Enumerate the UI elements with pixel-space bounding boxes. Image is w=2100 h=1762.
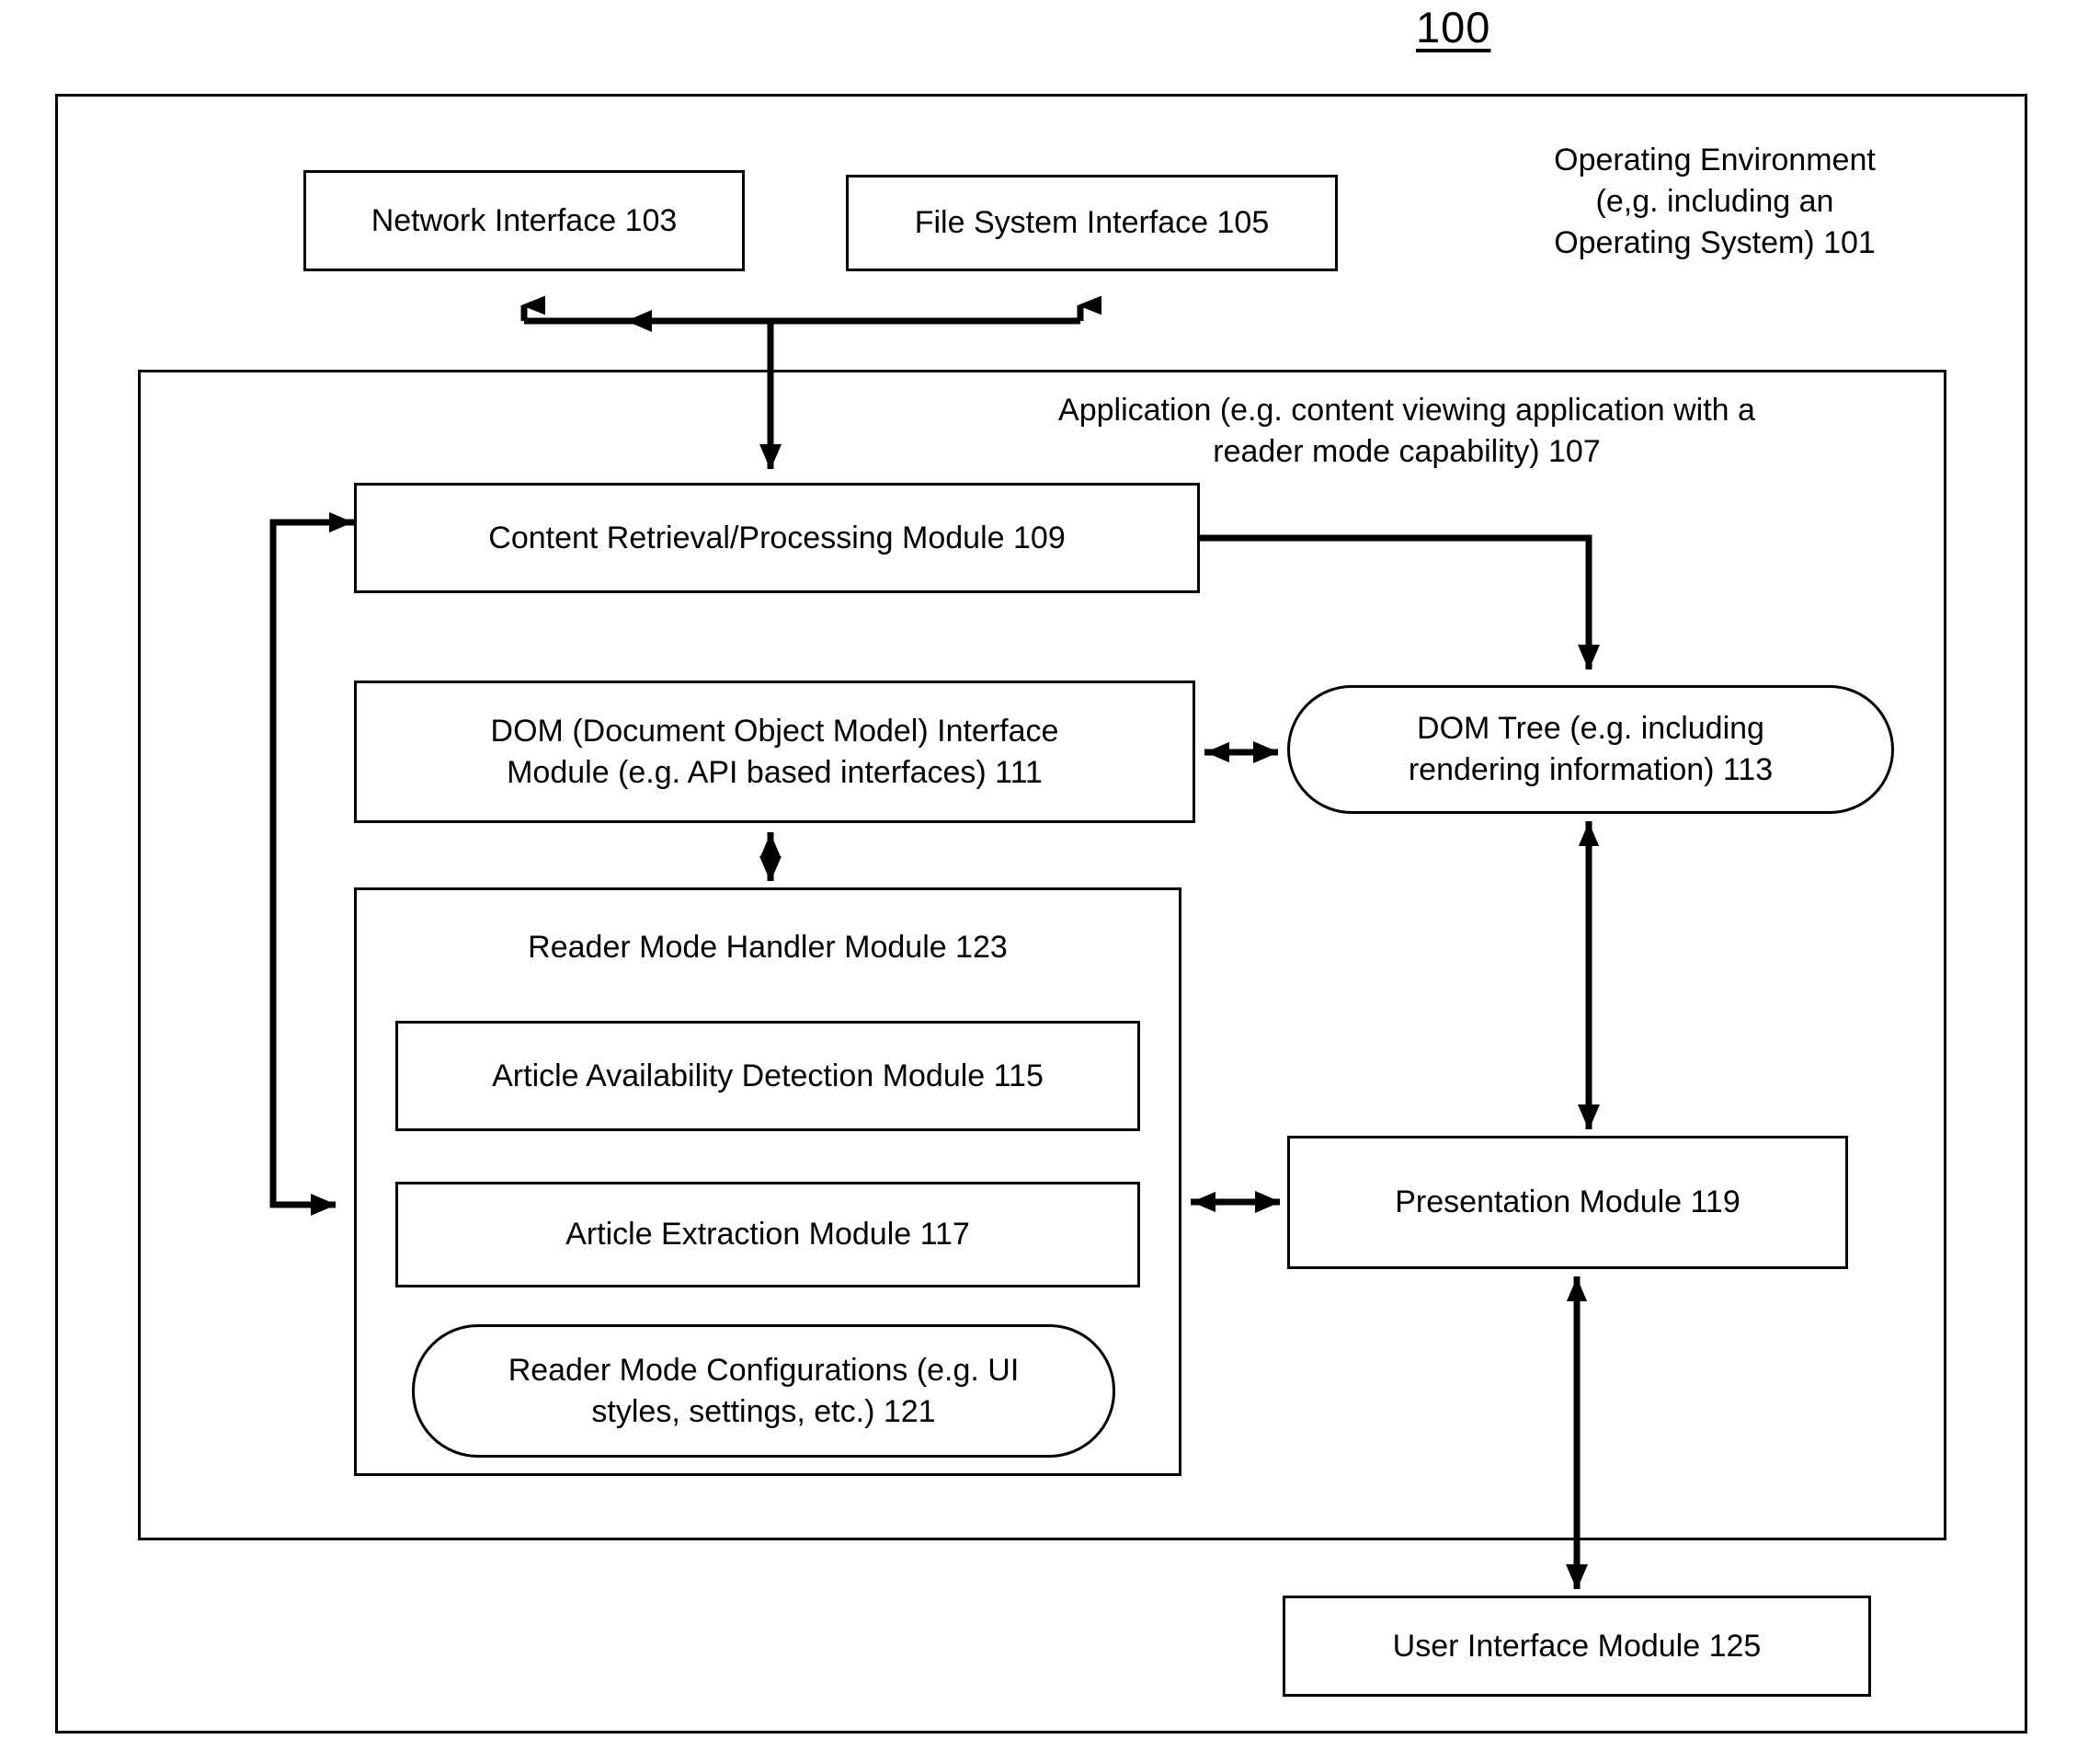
box-network-interface[interactable]: Network Interface 103 xyxy=(303,170,745,271)
reader-mode-handler-heading: Reader Mode Handler Module 123 xyxy=(528,930,1008,965)
box-file-system-interface[interactable]: File System Interface 105 xyxy=(846,175,1338,271)
box-content-retrieval-processing-module[interactable]: Content Retrieval/Processing Module 109 xyxy=(354,483,1200,593)
figure-number: 100 xyxy=(1416,3,1491,51)
box-article-availability-detection-module[interactable]: Article Availability Detection Module 11… xyxy=(395,1021,1140,1131)
box-user-interface-module[interactable]: User Interface Module 125 xyxy=(1283,1596,1871,1697)
box-dom-tree[interactable]: DOM Tree (e.g. including rendering infor… xyxy=(1287,685,1894,814)
box-presentation-module[interactable]: Presentation Module 119 xyxy=(1287,1136,1848,1269)
box-dom-interface-module[interactable]: DOM (Document Object Model) Interface Mo… xyxy=(354,681,1195,823)
box-article-extraction-module[interactable]: Article Extraction Module 117 xyxy=(395,1182,1140,1287)
operating-environment-label: Operating Environment (e,g. including an… xyxy=(1554,143,1876,260)
figure-canvas: 100 Operating Environment (e,g. includin… xyxy=(0,0,2100,1762)
box-reader-mode-configurations[interactable]: Reader Mode Configurations (e.g. UI styl… xyxy=(412,1324,1115,1458)
application-label: Application (e.g. content viewing applic… xyxy=(1058,393,1755,469)
